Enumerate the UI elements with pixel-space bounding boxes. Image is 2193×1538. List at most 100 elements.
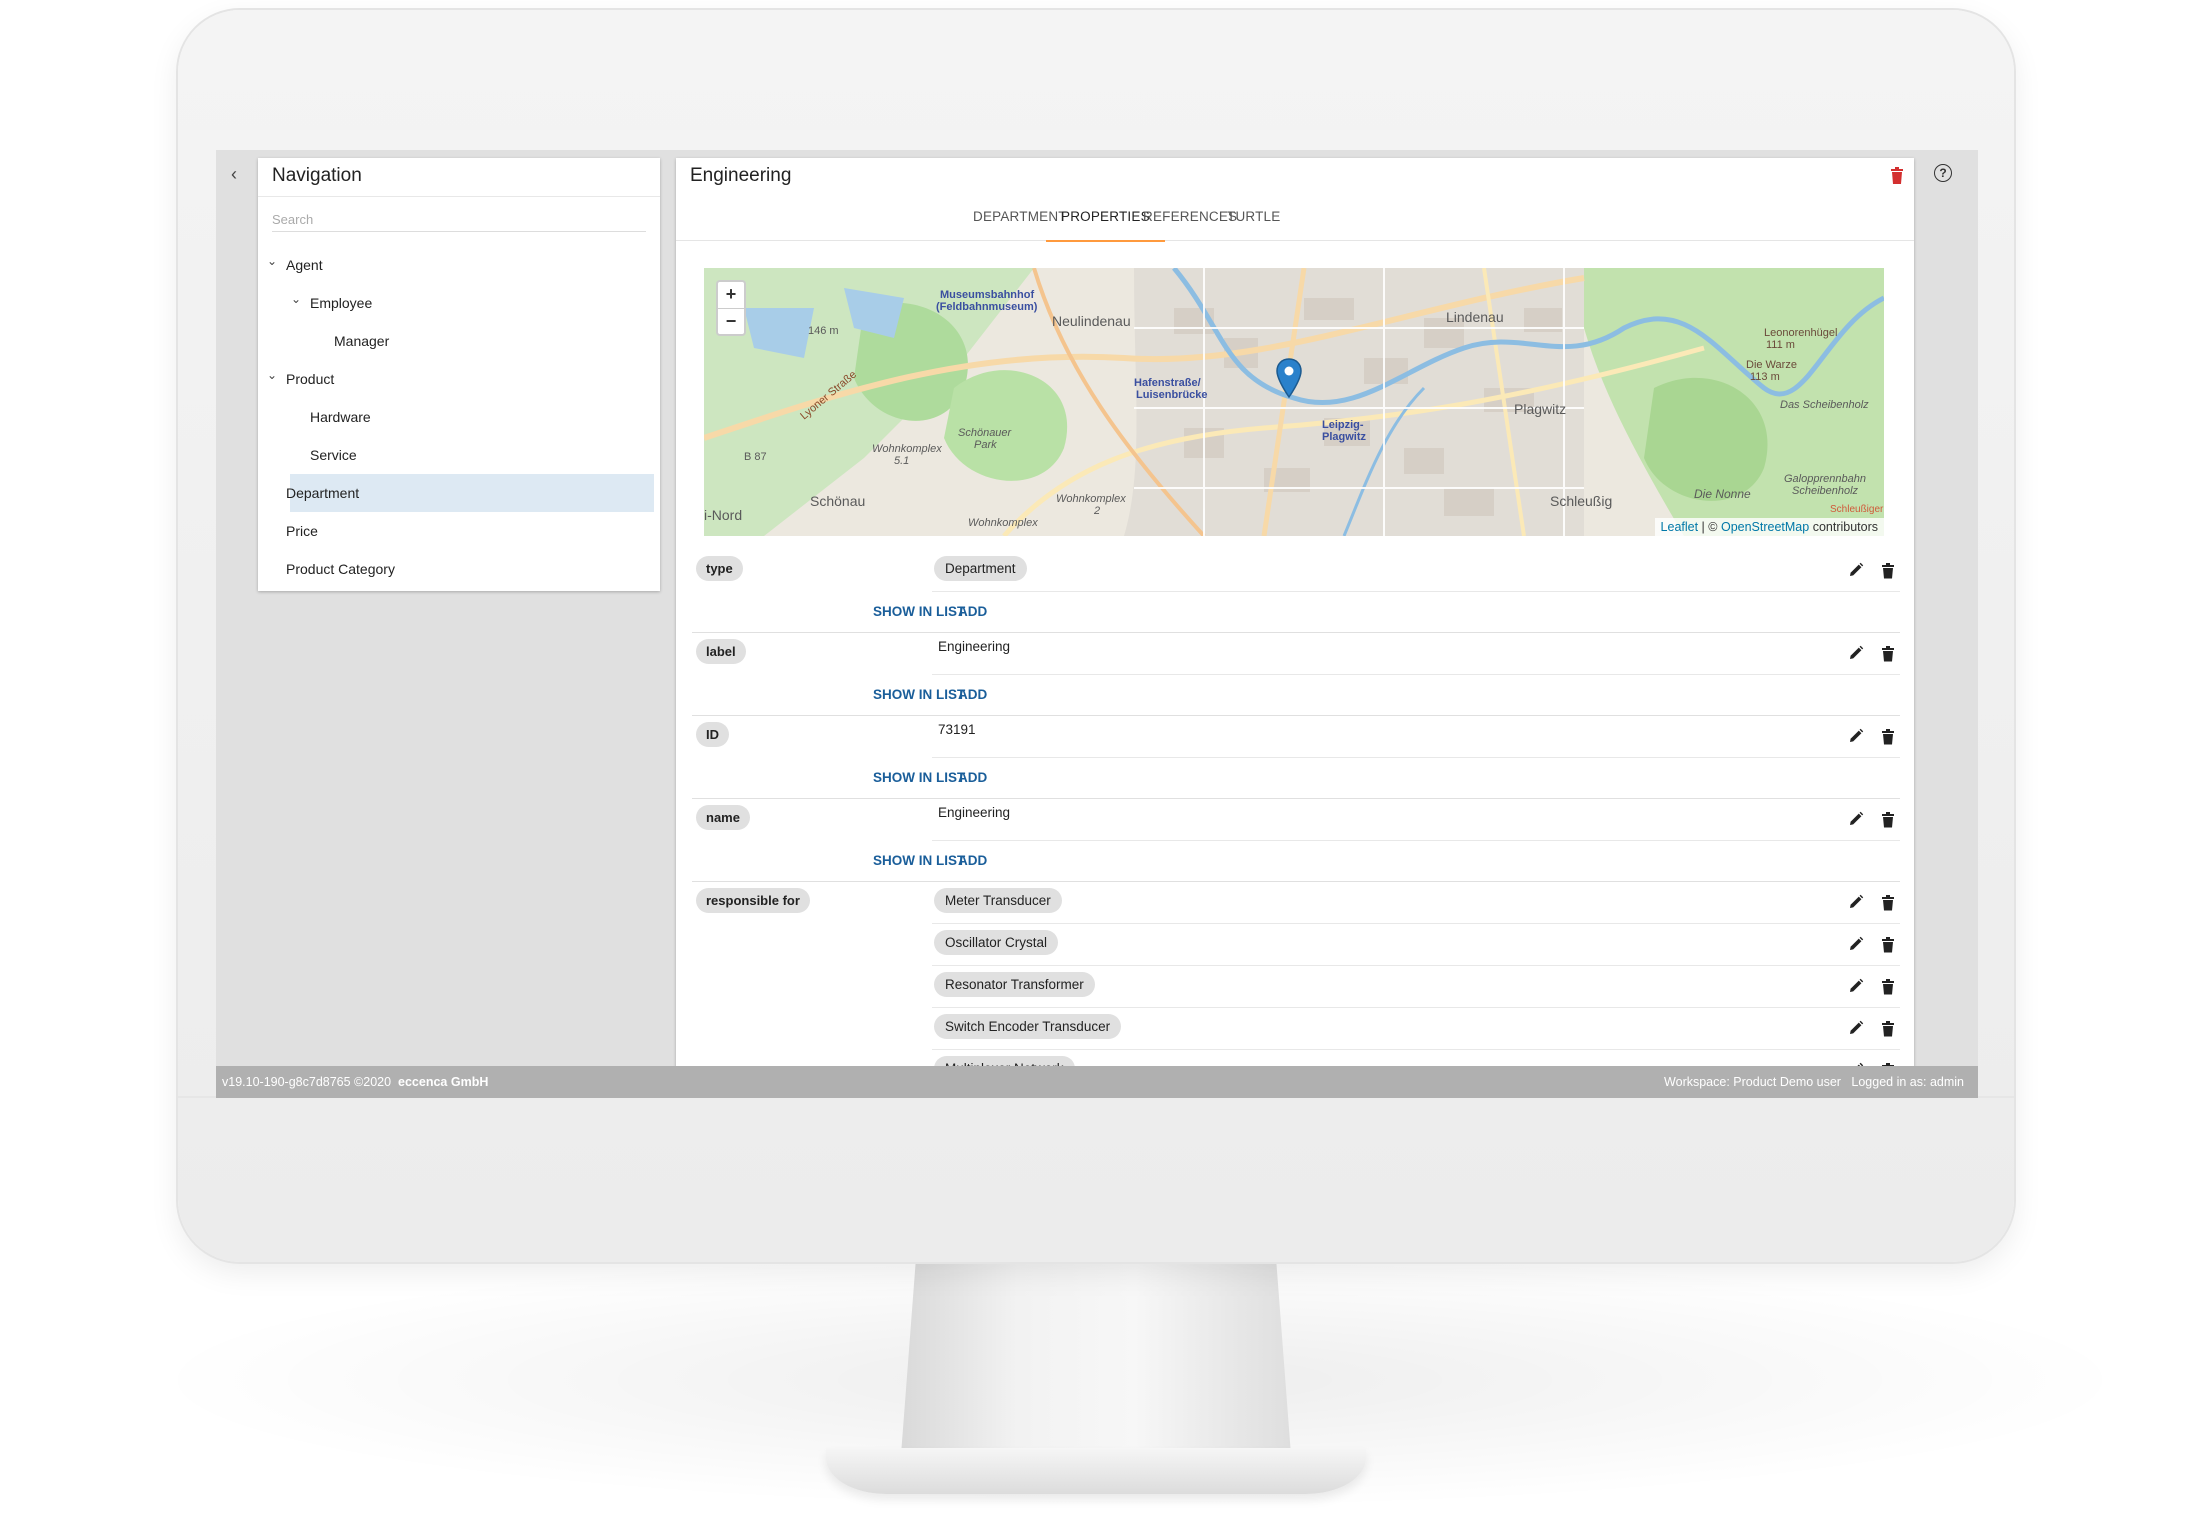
add-value-button[interactable]: ADD <box>958 675 987 715</box>
value-chip[interactable]: Department <box>934 556 1027 581</box>
show-in-list-button[interactable]: SHOW IN LIST <box>873 675 965 715</box>
add-value-button[interactable]: ADD <box>958 592 987 632</box>
property-value-row: Department <box>932 550 1900 592</box>
map-marker-icon[interactable] <box>1276 358 1302 398</box>
openstreetmap-link[interactable]: OpenStreetMap <box>1721 520 1809 534</box>
value-chip[interactable]: Oscillator Crystal <box>934 930 1058 955</box>
leaflet-link[interactable]: Leaflet <box>1661 520 1699 534</box>
tree-item-label: Department <box>286 474 359 512</box>
tree-item-product[interactable]: ⌄Product <box>258 360 660 398</box>
svg-text:Leonorenhügel: Leonorenhügel <box>1764 327 1837 339</box>
svg-text:Plagwitz: Plagwitz <box>1514 401 1566 417</box>
tab-turtle[interactable]: TURTLE <box>1212 194 1295 240</box>
pencil-icon[interactable] <box>1848 645 1864 661</box>
map-attribution: Leaflet | © OpenStreetMap contributors <box>1655 518 1884 536</box>
tree-item-product-category[interactable]: Product Category <box>258 550 660 588</box>
add-value-button[interactable]: ADD <box>958 841 987 881</box>
svg-text:Lindenau: Lindenau <box>1446 309 1504 325</box>
svg-text:5.1: 5.1 <box>894 455 909 467</box>
svg-text:Schönau: Schönau <box>810 493 865 509</box>
trash-icon[interactable] <box>1882 729 1894 745</box>
property-links: SHOW IN LISTADD <box>692 841 1900 882</box>
tree-item-price[interactable]: Price <box>258 512 660 550</box>
logged-in-text: Logged in as: admin <box>1851 1075 1964 1089</box>
property-row: labelEngineeringSHOW IN LISTADD <box>692 633 1900 716</box>
tree-item-label: Product <box>286 360 334 398</box>
zoom-out-button[interactable]: − <box>718 309 744 335</box>
property-value-row: Meter Transducer <box>932 882 1900 924</box>
tab-bar: DEPARTMENTPROPERTIESREFERENCESTURTLE <box>676 194 1914 241</box>
row-actions <box>1848 978 1898 996</box>
pencil-icon[interactable] <box>1848 562 1864 578</box>
status-footer: v19.10-190-g8c7d8765 ©2020 eccenca GmbH … <box>216 1066 1978 1098</box>
property-list: typeDepartmentSHOW IN LISTADDlabelEngine… <box>692 550 1900 1092</box>
svg-text:146 m: 146 m <box>808 325 839 337</box>
value-chip[interactable]: Switch Encoder Transducer <box>934 1014 1121 1039</box>
trash-icon[interactable] <box>1882 812 1894 828</box>
property-links: SHOW IN LISTADD <box>692 592 1900 633</box>
row-actions <box>1848 562 1898 580</box>
show-in-list-button[interactable]: SHOW IN LIST <box>873 592 965 632</box>
tree-item-label: Price <box>286 512 318 550</box>
tree-item-hardware[interactable]: Hardware <box>258 398 660 436</box>
monitor-stand-neck <box>900 1262 1292 1468</box>
svg-text:i-Nord: i-Nord <box>704 507 742 523</box>
show-in-list-button[interactable]: SHOW IN LIST <box>873 841 965 881</box>
tree-item-label: Employee <box>310 284 372 322</box>
property-row: ID73191SHOW IN LISTADD <box>692 716 1900 799</box>
pencil-icon[interactable] <box>1848 936 1864 952</box>
chevron-down-icon[interactable]: ⌄ <box>264 360 280 390</box>
tree-item-label: Product Category <box>286 550 395 588</box>
tree-item-manager[interactable]: Manager <box>258 322 660 360</box>
chevron-down-icon[interactable]: ⌄ <box>264 246 280 276</box>
chevron-left-icon[interactable]: ‹ <box>224 164 244 184</box>
value-chip[interactable]: Meter Transducer <box>934 888 1062 913</box>
trash-icon[interactable] <box>1882 563 1894 579</box>
tree-item-label: Service <box>310 436 357 474</box>
property-value-row: Engineering <box>932 633 1900 675</box>
add-value-button[interactable]: ADD <box>958 758 987 798</box>
property-value-row: Oscillator Crystal <box>932 924 1900 966</box>
trash-icon[interactable] <box>1890 166 1904 186</box>
pencil-icon[interactable] <box>1848 894 1864 910</box>
svg-text:Wohnkomplex: Wohnkomplex <box>1056 493 1126 505</box>
value-text: Engineering <box>938 805 1010 820</box>
pencil-icon[interactable] <box>1848 728 1864 744</box>
show-in-list-button[interactable]: SHOW IN LIST <box>873 758 965 798</box>
tree-item-service[interactable]: Service <box>258 436 660 474</box>
svg-text:(Feldbahnmuseum): (Feldbahnmuseum) <box>936 301 1038 313</box>
trash-icon[interactable] <box>1882 1021 1894 1037</box>
svg-text:Schleußiger: Schleußiger <box>1830 504 1884 515</box>
row-actions <box>1848 1020 1898 1038</box>
property-key: type <box>696 556 743 581</box>
svg-text:Die Warze: Die Warze <box>1746 359 1797 371</box>
tree-item-employee[interactable]: ⌄Employee <box>258 284 660 322</box>
property-value-row: Resonator Transformer <box>932 966 1900 1008</box>
row-actions <box>1848 728 1898 746</box>
map-view[interactable]: Museumsbahnhof (Feldbahnmuseum) Neulinde… <box>704 268 1884 536</box>
value-text: 73191 <box>938 722 976 737</box>
footer-version-info: v19.10-190-g8c7d8765 ©2020 eccenca GmbH <box>222 1066 488 1098</box>
chevron-down-icon[interactable]: ⌄ <box>288 284 304 314</box>
trash-icon[interactable] <box>1882 979 1894 995</box>
zoom-in-button[interactable]: + <box>718 282 744 309</box>
trash-icon[interactable] <box>1882 895 1894 911</box>
pencil-icon[interactable] <box>1848 1020 1864 1036</box>
app-screen: ‹ Navigation ⌄Agent⌄EmployeeManager⌄Prod… <box>216 150 1978 1098</box>
search-input[interactable] <box>272 208 646 232</box>
tree-item-department[interactable]: Department <box>290 474 654 512</box>
help-circle-icon[interactable]: ? <box>1934 164 1952 182</box>
version-text: v19.10-190-g8c7d8765 ©2020 <box>222 1075 391 1089</box>
pencil-icon[interactable] <box>1848 978 1864 994</box>
svg-text:113 m: 113 m <box>1750 371 1780 383</box>
pencil-icon[interactable] <box>1848 811 1864 827</box>
svg-text:Luisenbrücke: Luisenbrücke <box>1136 389 1208 401</box>
property-value-row: 73191 <box>932 716 1900 758</box>
property-row: responsible for Meter Transducer Oscillato… <box>692 882 1900 1092</box>
trash-icon[interactable] <box>1882 937 1894 953</box>
trash-icon[interactable] <box>1882 646 1894 662</box>
property-value-row: Engineering <box>932 799 1900 841</box>
property-key: responsible for <box>696 888 810 913</box>
tree-item-agent[interactable]: ⌄Agent <box>258 246 660 284</box>
value-chip[interactable]: Resonator Transformer <box>934 972 1095 997</box>
